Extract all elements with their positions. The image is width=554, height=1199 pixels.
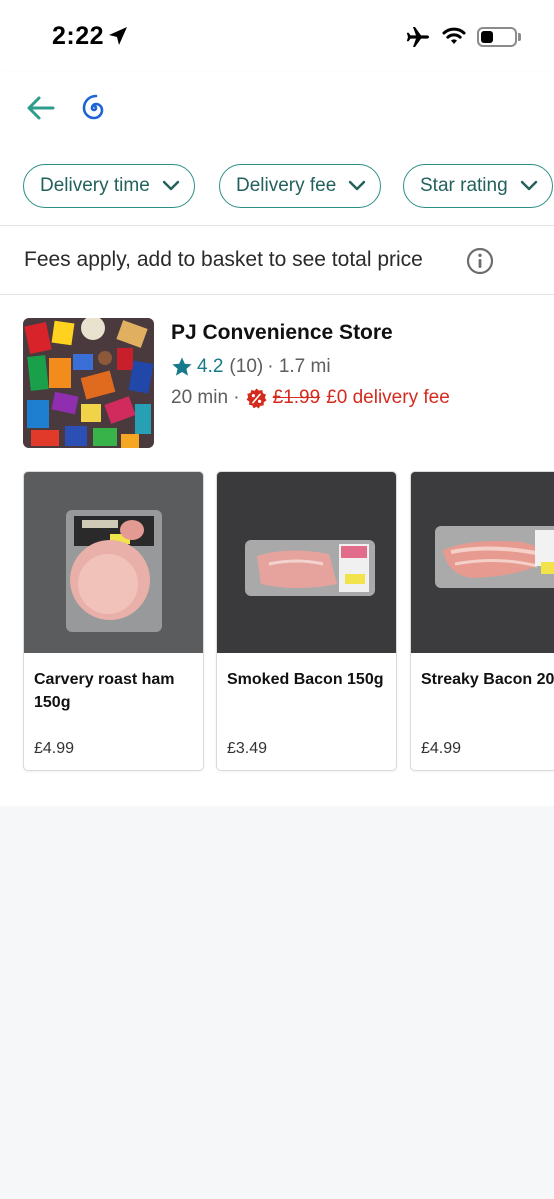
status-time: 2:22 xyxy=(52,22,105,50)
filter-delivery-time[interactable]: Delivery time xyxy=(23,164,195,208)
store-original-fee: £1.99 xyxy=(272,387,321,408)
brand-swirl-icon[interactable] xyxy=(80,94,108,122)
battery-level xyxy=(481,31,493,43)
store-rating-row: 4.2 (10) · 1.7 mi xyxy=(171,356,331,378)
top-nav-bar xyxy=(0,72,554,148)
battery-cap xyxy=(518,33,521,41)
product-name: Smoked Bacon 150g xyxy=(227,671,384,688)
product-price: £4.99 xyxy=(421,740,462,757)
store-search-screen: 2:22 Delivery time Delivery fee Star rat… xyxy=(0,0,554,1199)
product-price: £3.49 xyxy=(227,740,268,757)
battery-icon xyxy=(477,27,517,47)
product-image xyxy=(217,472,396,653)
store-promo-fee: £0 delivery fee xyxy=(326,387,450,408)
filter-label: Delivery fee xyxy=(236,175,337,196)
chevron-down-icon xyxy=(520,180,537,191)
info-icon[interactable] xyxy=(466,247,494,275)
store-delivery-time: 20 min · xyxy=(171,387,240,408)
product-carousel[interactable]: Carvery roast ham 150g £4.99 Smoked Baco… xyxy=(0,470,554,774)
store-delivery-row: 20 min · £1.99 £0 delivery fee xyxy=(171,387,450,409)
product-name: Streaky Bacon 200g xyxy=(421,671,554,688)
store-rating-value: 4.2 xyxy=(197,356,224,377)
airplane-icon xyxy=(406,27,429,47)
wifi-icon xyxy=(442,27,466,44)
filter-delivery-fee[interactable]: Delivery fee xyxy=(219,164,382,208)
filter-label: Star rating xyxy=(420,175,508,196)
product-card[interactable]: Smoked Bacon 150g £3.49 xyxy=(216,471,397,771)
product-image xyxy=(24,472,203,653)
store-review-count: (10) xyxy=(229,356,264,377)
fees-notice-text: Fees apply, add to basket to see total p… xyxy=(24,248,423,271)
store-name: PJ Convenience Store xyxy=(171,321,393,344)
product-name: Carvery roast ham 150g xyxy=(34,671,175,711)
store-thumbnail-image[interactable] xyxy=(23,318,154,448)
product-card[interactable]: Streaky Bacon 200g £4.99 xyxy=(410,471,554,771)
location-arrow-icon xyxy=(109,27,127,45)
product-card[interactable]: Carvery roast ham 150g £4.99 xyxy=(23,471,204,771)
store-distance: · 1.7 mi xyxy=(267,356,331,377)
filter-label: Delivery time xyxy=(40,175,150,196)
back-arrow-icon[interactable] xyxy=(26,94,56,122)
status-bar: 2:22 xyxy=(0,0,554,72)
star-icon xyxy=(172,357,192,376)
product-image xyxy=(411,472,554,653)
percent-badge-icon xyxy=(246,388,267,408)
filter-bar: Delivery time Delivery fee Star rating xyxy=(0,148,554,226)
product-price: £4.99 xyxy=(34,740,75,757)
chevron-down-icon xyxy=(349,180,366,191)
chevron-down-icon xyxy=(162,180,180,191)
filter-star-rating[interactable]: Star rating xyxy=(403,164,553,208)
